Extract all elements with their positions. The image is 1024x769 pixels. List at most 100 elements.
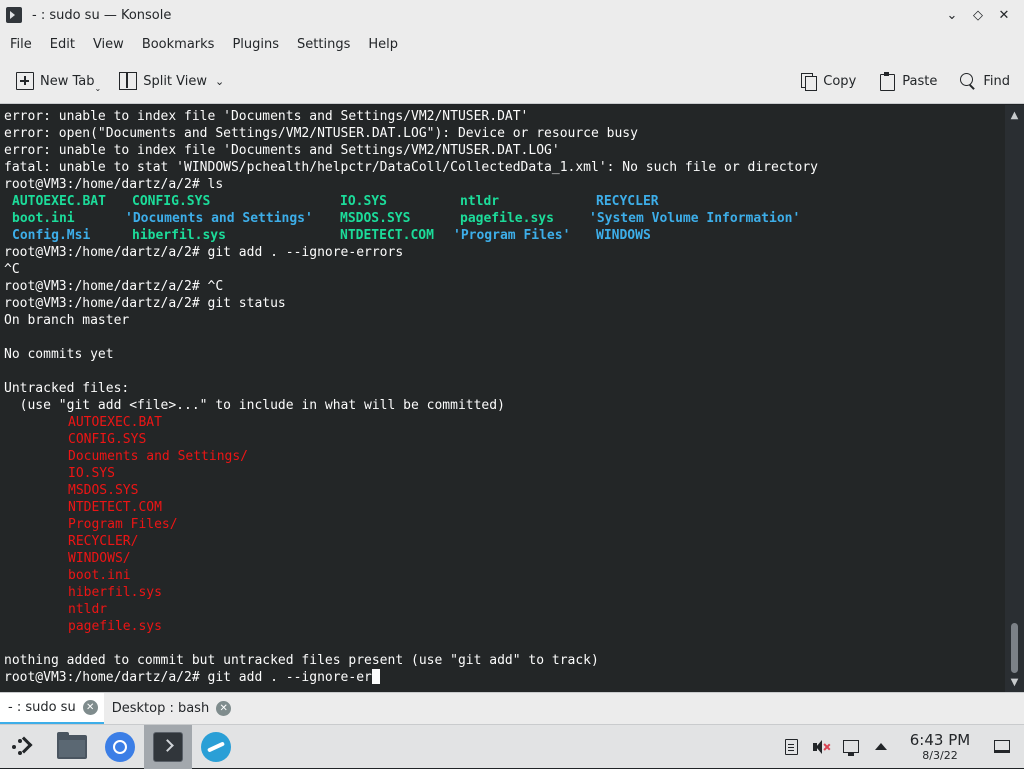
chevron-down-icon[interactable]: ⌄: [215, 75, 224, 88]
network-button[interactable]: [836, 725, 866, 769]
title-bar: - : sudo su — Konsole ⌄ ◇ ✕: [0, 0, 1024, 30]
copy-button[interactable]: Copy: [793, 66, 862, 96]
network-icon: [843, 740, 859, 756]
konsole-app-icon[interactable]: [6, 7, 22, 23]
file-manager-button[interactable]: [48, 725, 96, 769]
scroll-up-icon[interactable]: ▲: [1005, 107, 1024, 123]
close-tab-icon[interactable]: ✕: [216, 701, 232, 716]
scroll-down-icon[interactable]: ▼: [1005, 674, 1024, 690]
ls-entry: WINDOWS: [596, 228, 651, 243]
ls-entry: 'Documents and Settings': [125, 211, 313, 226]
konsole-task-button[interactable]: [144, 724, 192, 769]
untracked-file: pagefile.sys: [68, 619, 162, 634]
copy-label: Copy: [823, 73, 857, 89]
prompt-text: root@VM3:/home/dartz/a/2# git add . --ig…: [4, 670, 372, 685]
ls-entry: 'System Volume Information': [589, 211, 801, 226]
tab-desktop-bash[interactable]: Desktop : bash ✕: [104, 693, 238, 724]
terminal-scrollbar[interactable]: ▲ ▼: [1005, 105, 1024, 692]
untracked-file: boot.ini: [68, 568, 131, 583]
browser-icon: [105, 731, 135, 762]
ls-entry: AUTOEXEC.BAT: [12, 194, 106, 209]
ls-entry: ntldr: [460, 194, 500, 209]
tab-sudo-su[interactable]: - : sudo su ✕: [0, 693, 104, 724]
copy-icon: [799, 72, 818, 91]
terminal-line: (use "git add <file>..." to include in w…: [4, 398, 505, 413]
close-icon[interactable]: ✕: [992, 3, 1016, 27]
paste-icon: [878, 72, 896, 91]
paste-button[interactable]: Paste: [872, 66, 943, 96]
menu-file[interactable]: File: [2, 37, 40, 52]
taskbar: 6:43 PM 8/3/22: [0, 724, 1024, 769]
terminal-line: fatal: unable to stat 'WINDOWS/pchealth/…: [4, 160, 818, 175]
clipboard-icon: [784, 738, 798, 755]
application-launcher-icon: [10, 733, 38, 761]
minimize-icon[interactable]: ⌄: [940, 3, 964, 27]
clock-time: 6:43 PM: [909, 730, 971, 749]
untracked-file: RECYCLER/: [68, 534, 139, 549]
discover-icon: [201, 731, 231, 762]
clipboard-button[interactable]: [776, 725, 806, 769]
menu-bar: File Edit View Bookmarks Plugins Setting…: [0, 30, 1024, 59]
menu-settings[interactable]: Settings: [289, 37, 358, 52]
ls-entry: CONFIG.SYS: [132, 194, 211, 209]
tray-expand-button[interactable]: [866, 725, 896, 769]
clock[interactable]: 6:43 PM 8/3/22: [900, 730, 980, 762]
menu-edit[interactable]: Edit: [42, 37, 83, 52]
untracked-file: WINDOWS/: [68, 551, 131, 566]
tab-label: Desktop : bash: [111, 701, 210, 716]
terminal-line: root@VM3:/home/dartz/a/2# ^C: [4, 279, 224, 294]
ls-entry: 'Program Files': [453, 228, 571, 243]
discover-button[interactable]: [192, 725, 240, 769]
ls-entry: boot.ini: [12, 211, 75, 226]
terminal-line: root@VM3:/home/dartz/a/2# git add . --ig…: [4, 245, 404, 260]
menu-view[interactable]: View: [85, 37, 132, 52]
paste-label: Paste: [902, 73, 938, 89]
new-tab-label: New Tab: [40, 73, 95, 89]
terminal-line: ^C: [4, 262, 20, 277]
ls-entry: Config.Msi: [12, 228, 91, 243]
new-tab-icon: [16, 72, 34, 90]
terminal-line: error: open("Documents and Settings/VM2/…: [4, 126, 638, 141]
split-view-icon: [119, 72, 138, 90]
untracked-file: hiberfil.sys: [68, 585, 162, 600]
menu-plugins[interactable]: Plugins: [224, 37, 287, 52]
menu-bookmarks[interactable]: Bookmarks: [134, 37, 223, 52]
terminal-line: root@VM3:/home/dartz/a/2# git status: [4, 296, 286, 311]
chromium-button[interactable]: [96, 725, 144, 769]
toolbar: New Tab ⌄ Split View ⌄ Copy Paste Find: [0, 59, 1024, 104]
new-tab-dropdown-icon: ⌄: [94, 83, 102, 93]
show-desktop-button[interactable]: [980, 725, 1024, 769]
terminal-line: root@VM3:/home/dartz/a/2# ls: [4, 177, 224, 192]
volume-button[interactable]: [806, 725, 836, 769]
find-label: Find: [983, 73, 1010, 89]
new-tab-button[interactable]: New Tab ⌄: [10, 66, 107, 96]
untracked-file: ntldr: [68, 602, 108, 617]
text-cursor: [371, 669, 380, 684]
split-view-button[interactable]: Split View ⌄: [113, 66, 230, 96]
window-title: - : sudo su — Konsole: [32, 7, 172, 23]
untracked-file: IO.SYS: [68, 466, 115, 481]
scrollbar-thumb[interactable]: [1011, 623, 1018, 673]
keep-above-icon[interactable]: ◇: [966, 3, 990, 27]
close-tab-icon[interactable]: ✕: [82, 700, 98, 715]
application-launcher-button[interactable]: [0, 725, 48, 769]
system-tray: 6:43 PM 8/3/22: [776, 725, 1024, 769]
terminal-line: error: unable to index file 'Documents a…: [4, 143, 560, 158]
ls-entry: MSDOS.SYS: [340, 211, 411, 226]
show-desktop-icon: [994, 740, 1010, 753]
terminal-line: On branch master: [4, 313, 130, 328]
untracked-file: Program Files/: [68, 517, 178, 532]
find-button[interactable]: Find: [953, 66, 1016, 96]
clock-date: 8/3/22: [922, 748, 958, 762]
menu-help[interactable]: Help: [360, 37, 406, 52]
terminal-line: nothing added to commit but untracked fi…: [4, 653, 599, 668]
terminal-icon: [153, 731, 183, 762]
ls-entry: RECYCLER: [596, 194, 659, 209]
terminal-output[interactable]: error: unable to index file 'Documents a…: [0, 105, 1005, 692]
ls-entry: NTDETECT.COM: [340, 228, 434, 243]
search-icon: [959, 72, 977, 90]
current-prompt-line[interactable]: root@VM3:/home/dartz/a/2# git add . --ig…: [4, 669, 380, 686]
untracked-file: Documents and Settings/: [68, 449, 249, 464]
chevron-up-icon: [875, 743, 887, 750]
folder-icon: [57, 731, 87, 759]
